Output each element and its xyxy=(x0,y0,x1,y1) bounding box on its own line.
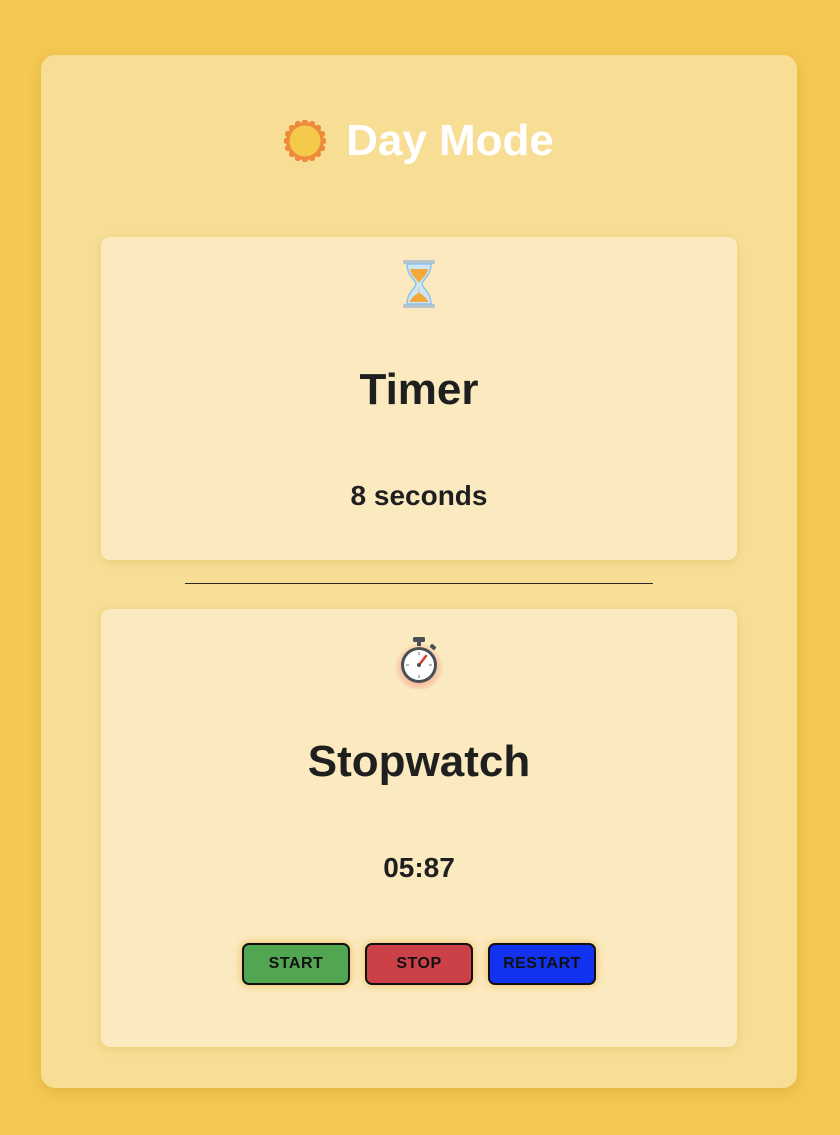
stopwatch-icon xyxy=(393,635,445,689)
timer-panel: Timer 8 seconds xyxy=(101,237,737,560)
divider xyxy=(185,583,653,584)
restart-button[interactable]: RESTART xyxy=(488,943,596,985)
main-card: Day Mode Timer 8 seconds Stopwatch 05:87… xyxy=(41,55,797,1088)
start-button[interactable]: START xyxy=(242,943,350,985)
sun-icon[interactable] xyxy=(284,120,327,162)
stopwatch-icon-wrap xyxy=(101,635,737,689)
stopwatch-title: Stopwatch xyxy=(307,737,531,786)
timer-icon-wrap xyxy=(101,260,737,308)
timer-title: Timer xyxy=(359,365,479,414)
hourglass-icon xyxy=(401,260,437,308)
mode-header: Day Mode xyxy=(41,115,797,167)
stop-button[interactable]: STOP xyxy=(365,943,473,985)
page-title: Day Mode xyxy=(346,116,554,165)
stopwatch-panel: Stopwatch 05:87 START STOP RESTART xyxy=(101,609,737,1047)
stopwatch-controls: START STOP RESTART xyxy=(101,943,737,985)
stopwatch-value: 05:87 xyxy=(383,852,455,883)
timer-value: 8 seconds xyxy=(350,480,488,511)
